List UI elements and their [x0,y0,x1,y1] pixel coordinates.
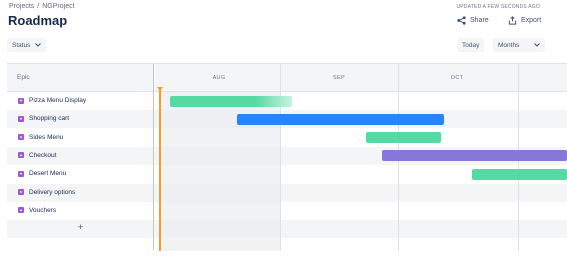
share-button[interactable]: Share [457,13,489,27]
epic-icon [18,97,24,104]
today-button[interactable]: Today [457,38,485,52]
zoom-select[interactable]: Months [493,38,545,52]
roadmap-grid: Epic AUG SEP OCT Pizza Menu Display Shopp… [7,63,567,251]
epic-bar[interactable] [366,132,441,144]
export-label: Export [521,16,542,24]
updated-status: UPDATED A FEW SECONDS AGO [456,4,540,10]
epic-name: Checkout [29,151,57,159]
epic-icon [18,134,24,141]
breadcrumb-project[interactable]: NGProject [42,3,74,10]
breadcrumb-separator: / [37,3,40,10]
month-label: OCT [450,75,464,81]
chevron-down-icon [35,43,42,47]
epic-name: Desert Menu [29,170,67,178]
status-filter-label: Status [12,41,31,49]
status-filter[interactable]: Status [7,38,47,52]
month-label: SEP [333,75,345,81]
breadcrumb-projects[interactable]: Projects [9,3,34,10]
today-label: Today [462,41,480,49]
epic-name: Sides Menu [29,133,64,141]
epic-name: Shopping cart [29,115,70,123]
share-icon [457,15,466,25]
chevron-down-icon [534,43,540,47]
epic-name: Delivery options [29,188,76,196]
epic-bar[interactable] [237,113,444,125]
epic-item[interactable]: Desert Menu [18,170,66,177]
epic-icon [18,207,24,214]
add-epic-label: + [77,222,84,232]
epic-item[interactable]: Sides Menu [18,134,63,141]
add-epic-button[interactable]: + [7,218,154,236]
epic-item[interactable]: Delivery options [18,189,75,196]
export-button[interactable]: Export [508,13,541,27]
epic-icon [18,115,24,122]
epic-icon [18,170,24,177]
epic-item[interactable]: Checkout [18,152,56,159]
epic-bar[interactable] [472,168,567,180]
epic-name: Vouchers [29,206,57,214]
epic-bar[interactable] [170,95,292,107]
month-label: AUG [212,75,226,81]
month-divider [280,64,281,251]
epic-icon [18,189,24,195]
export-icon [508,15,517,25]
today-marker [159,89,161,251]
epic-bar[interactable] [382,150,567,162]
timeline-header: AUG SEP OCT [155,64,567,92]
page-title: Roadmap [8,13,68,28]
zoom-value: Months [498,41,520,49]
epic-item[interactable]: Pizza Menu Display [18,97,86,104]
epic-icon [18,152,24,159]
share-label: Share [470,16,489,24]
epic-name: Pizza Menu Display [29,97,87,104]
breadcrumb: Projects / NGProject [9,3,75,10]
epic-item[interactable]: Shopping cart [18,115,69,122]
epic-item[interactable]: Vouchers [18,207,56,214]
